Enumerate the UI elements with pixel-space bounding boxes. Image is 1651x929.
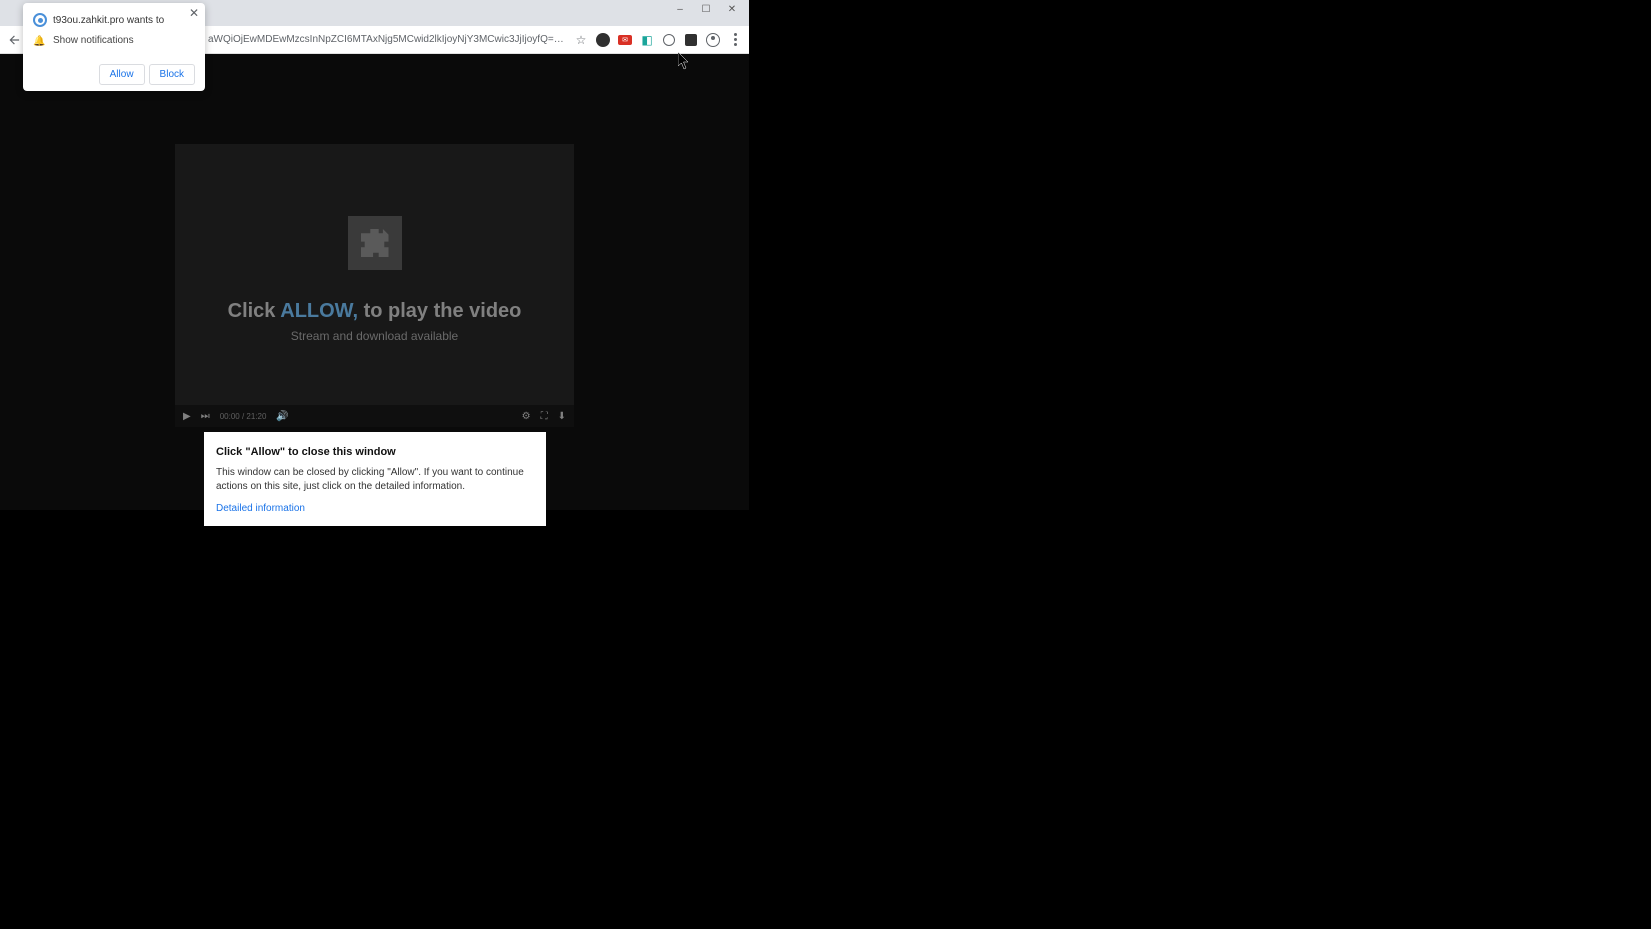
- dialog-header: t93ou.zahkit.pro wants to: [33, 13, 195, 27]
- puzzle-icon: [361, 229, 389, 257]
- extension-icon-circle[interactable]: [661, 32, 677, 48]
- extension-icon-teal[interactable]: ◧: [639, 32, 655, 48]
- extension-icon-square[interactable]: [683, 32, 699, 48]
- back-button[interactable]: [6, 31, 24, 49]
- settings-gear-icon[interactable]: ⚙: [522, 411, 531, 422]
- player-body: Click ALLOW, to play the video Stream an…: [175, 144, 574, 405]
- close-window-button[interactable]: ✕: [719, 0, 745, 18]
- cursor-icon: [678, 52, 690, 70]
- next-icon[interactable]: ⏭: [201, 411, 210, 422]
- extension-icon-1[interactable]: [595, 32, 611, 48]
- player-controls: ▶ ⏭ 00:00 / 21:20 🔊 ⚙ ⛶ ⬇: [175, 405, 574, 427]
- message-title: Click "Allow" to close this window: [216, 446, 534, 458]
- message-body: This window can be closed by clicking "A…: [216, 466, 534, 493]
- menu-button[interactable]: [727, 32, 743, 48]
- fake-video-player: Click ALLOW, to play the video Stream an…: [175, 144, 574, 427]
- plugin-placeholder: [348, 216, 402, 270]
- maximize-button[interactable]: ☐: [693, 0, 719, 18]
- kebab-icon: [734, 33, 737, 46]
- time-display: 00:00 / 21:20: [220, 412, 267, 421]
- site-favicon: [33, 13, 47, 27]
- arrow-left-icon: [8, 33, 22, 47]
- extension-icon-mail[interactable]: ✉: [617, 32, 633, 48]
- download-icon[interactable]: ⬇: [558, 411, 566, 422]
- headline-prefix: Click: [228, 300, 281, 322]
- allow-button[interactable]: Allow: [99, 64, 145, 85]
- headline-suffix: to play the video: [358, 300, 521, 322]
- fullscreen-icon[interactable]: ⛶: [541, 411, 548, 422]
- address-bar[interactable]: aWQiOjEwMDEwMzcsInNpZCI6MTAxNjg5MCwid2lk…: [208, 34, 573, 45]
- minimize-button[interactable]: –: [667, 0, 693, 18]
- profile-icon[interactable]: [705, 32, 721, 48]
- volume-icon[interactable]: 🔊: [276, 411, 288, 422]
- notification-permission-dialog: ✕ t93ou.zahkit.pro wants to 🔔 Show notif…: [23, 3, 205, 91]
- dialog-close-button[interactable]: ✕: [189, 7, 199, 19]
- bookmark-star-icon[interactable]: ☆: [573, 32, 589, 48]
- toolbar-actions: ☆ ✉ ◧: [573, 32, 743, 48]
- permission-row: 🔔 Show notifications: [33, 35, 195, 46]
- headline-allow: ALLOW,: [280, 300, 358, 322]
- detailed-info-link[interactable]: Detailed information: [216, 503, 534, 514]
- dialog-origin: t93ou.zahkit.pro wants to: [33, 13, 164, 27]
- dialog-site-text: t93ou.zahkit.pro wants to: [53, 15, 164, 26]
- player-headline: Click ALLOW, to play the video: [228, 300, 522, 323]
- play-icon[interactable]: ▶: [183, 411, 191, 422]
- bell-icon: 🔔: [33, 36, 43, 46]
- permission-label: Show notifications: [53, 35, 134, 46]
- player-subline: Stream and download available: [291, 329, 458, 343]
- block-button[interactable]: Block: [149, 64, 195, 85]
- dialog-buttons: Allow Block: [33, 64, 195, 85]
- deceptive-message-box: Click "Allow" to close this window This …: [204, 432, 546, 526]
